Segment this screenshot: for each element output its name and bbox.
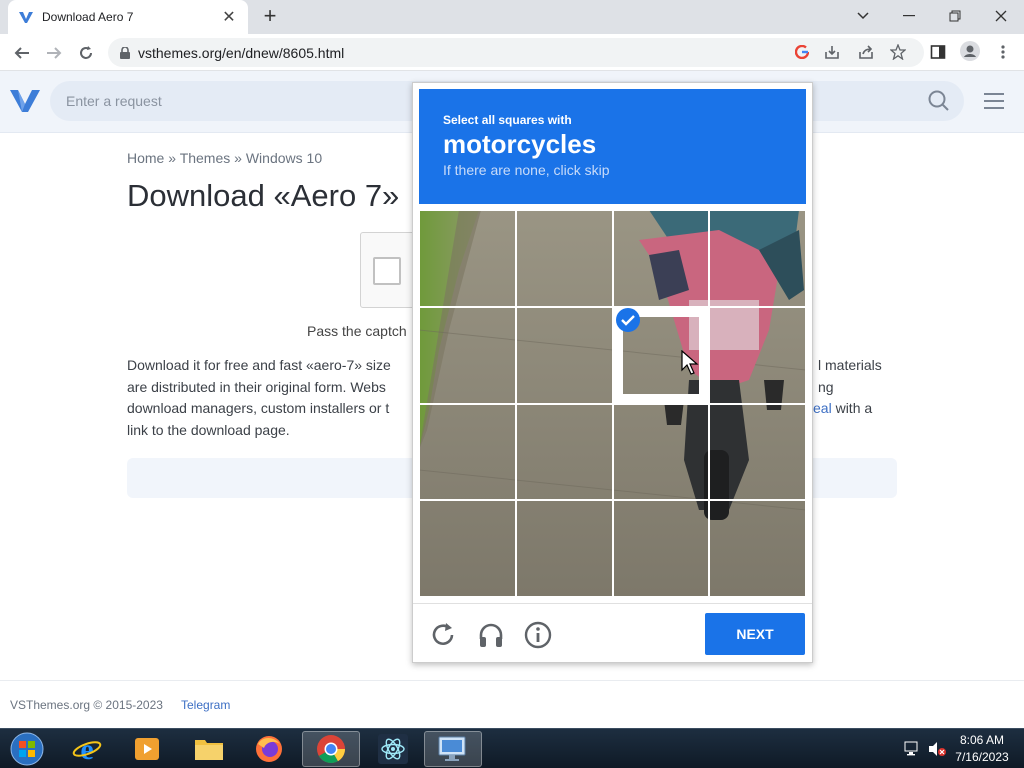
grid-cell[interactable] — [515, 500, 613, 597]
tab-title: Download Aero 7 — [42, 10, 134, 24]
challenge-instruction: Select all squares with — [443, 113, 572, 127]
recaptcha-challenge-popup: Select all squares with motorcycles If t… — [412, 82, 813, 663]
grid-cell[interactable] — [515, 210, 613, 307]
para-line: are distributed in their original form. … — [127, 378, 386, 395]
volume-muted-icon[interactable] — [928, 741, 946, 757]
restore-button[interactable] — [932, 0, 978, 32]
side-panel-icon[interactable] — [928, 42, 948, 62]
grid-cell[interactable] — [419, 210, 516, 307]
grid-cell[interactable] — [612, 210, 710, 307]
tab-search-chevron-icon[interactable] — [840, 0, 886, 32]
svg-text:e: e — [80, 734, 93, 764]
clock-date: 7/16/2023 — [955, 750, 1009, 764]
site-footer: VSThemes.org © 2015-2023 Telegram — [0, 680, 1024, 730]
install-app-icon[interactable] — [822, 42, 842, 62]
google-icon[interactable] — [792, 42, 812, 62]
bookmark-star-icon[interactable] — [888, 42, 908, 62]
search-icon[interactable] — [928, 90, 950, 112]
lock-icon — [120, 46, 130, 59]
para-line: l materials — [818, 357, 882, 373]
electron-app-icon[interactable] — [364, 731, 422, 767]
forward-button[interactable] — [41, 40, 67, 66]
para-line: ng — [818, 378, 834, 395]
internet-explorer-icon[interactable]: e — [58, 731, 116, 767]
grid-cell[interactable] — [709, 210, 806, 307]
breadcrumb-separator: » — [168, 150, 177, 166]
browser-menu-icon[interactable] — [993, 42, 1013, 62]
search-placeholder: Enter a request — [66, 93, 162, 109]
para-line: download managers, custom installers or … — [127, 400, 390, 416]
browser-toolbar: vsthemes.org/en/dnew/8605.html — [0, 34, 1024, 71]
minimize-button[interactable] — [886, 0, 932, 32]
copyright-text: VSThemes.org © 2015-2023 — [10, 698, 163, 712]
grid-cell[interactable] — [419, 500, 516, 597]
start-orb-icon[interactable] — [0, 731, 54, 767]
recaptcha-checkbox[interactable] — [373, 257, 401, 285]
url-text: vsthemes.org/en/dnew/8605.html — [138, 44, 345, 61]
para-line: link to the download page. — [127, 421, 290, 438]
vsthemes-favicon-icon — [19, 12, 33, 23]
mouse-cursor-icon — [681, 350, 699, 375]
grid-cell[interactable] — [612, 500, 710, 597]
reload-challenge-icon[interactable] — [429, 621, 457, 649]
grid-cell[interactable] — [419, 306, 516, 404]
footer-divider — [413, 603, 812, 604]
pass-captcha-text: Pass the captch — [307, 323, 407, 339]
file-explorer-icon[interactable] — [180, 731, 238, 767]
browser-tab[interactable]: Download Aero 7 ✕ — [8, 0, 248, 34]
grid-cell[interactable] — [709, 500, 806, 597]
para-line: with a — [831, 400, 873, 416]
breadcrumb: Home » Themes » Windows 10 — [127, 150, 322, 166]
challenge-target: motorcycles — [443, 129, 597, 159]
grid-cell[interactable] — [612, 403, 710, 501]
close-window-button[interactable] — [978, 0, 1024, 32]
vsthemes-logo-icon[interactable] — [10, 87, 40, 113]
share-icon[interactable] — [856, 42, 876, 62]
info-icon[interactable] — [524, 621, 552, 649]
para-link[interactable]: eal — [813, 400, 832, 416]
audio-challenge-icon[interactable] — [477, 621, 505, 649]
breadcrumb-separator: » — [234, 150, 242, 166]
windows-taskbar: e 8:06 AM 7/16/2023 — [0, 728, 1024, 768]
hamburger-menu-icon[interactable] — [984, 93, 1004, 114]
profile-avatar-icon[interactable] — [960, 41, 980, 61]
tab-close-icon[interactable]: ✕ — [220, 7, 238, 27]
network-icon[interactable] — [904, 741, 922, 757]
firefox-icon[interactable] — [240, 731, 298, 767]
page-title: Download «Aero 7» — [127, 178, 400, 213]
grid-cell[interactable] — [419, 403, 516, 501]
challenge-image-grid — [419, 210, 806, 597]
recaptcha-widget — [360, 232, 420, 308]
remote-desktop-icon[interactable] — [424, 731, 482, 767]
new-tab-button[interactable]: + — [258, 4, 282, 28]
browser-tabstrip: Download Aero 7 ✕ + — [0, 0, 1024, 34]
challenge-hint: If there are none, click skip — [443, 162, 610, 178]
breadcrumb-windows[interactable]: Windows 10 — [246, 150, 322, 166]
grid-cell[interactable] — [709, 403, 806, 501]
checkmark-icon — [616, 308, 640, 332]
clock-time: 8:06 AM — [959, 733, 1005, 747]
next-button[interactable]: NEXT — [705, 613, 805, 655]
challenge-header: Select all squares with motorcycles If t… — [419, 89, 806, 204]
grid-cell[interactable] — [515, 306, 613, 404]
chrome-icon[interactable] — [302, 731, 360, 767]
reload-button[interactable] — [73, 40, 99, 66]
back-button[interactable] — [9, 40, 35, 66]
para-line: Download it for free and fast «aero-7» s… — [127, 357, 391, 373]
grid-cell[interactable] — [709, 306, 806, 404]
breadcrumb-home[interactable]: Home — [127, 150, 164, 166]
grid-cell[interactable] — [515, 403, 613, 501]
media-player-icon[interactable] — [118, 731, 176, 767]
system-clock[interactable]: 8:06 AM 7/16/2023 — [950, 732, 1014, 766]
breadcrumb-themes[interactable]: Themes — [180, 150, 231, 166]
telegram-link[interactable]: Telegram — [181, 698, 230, 712]
